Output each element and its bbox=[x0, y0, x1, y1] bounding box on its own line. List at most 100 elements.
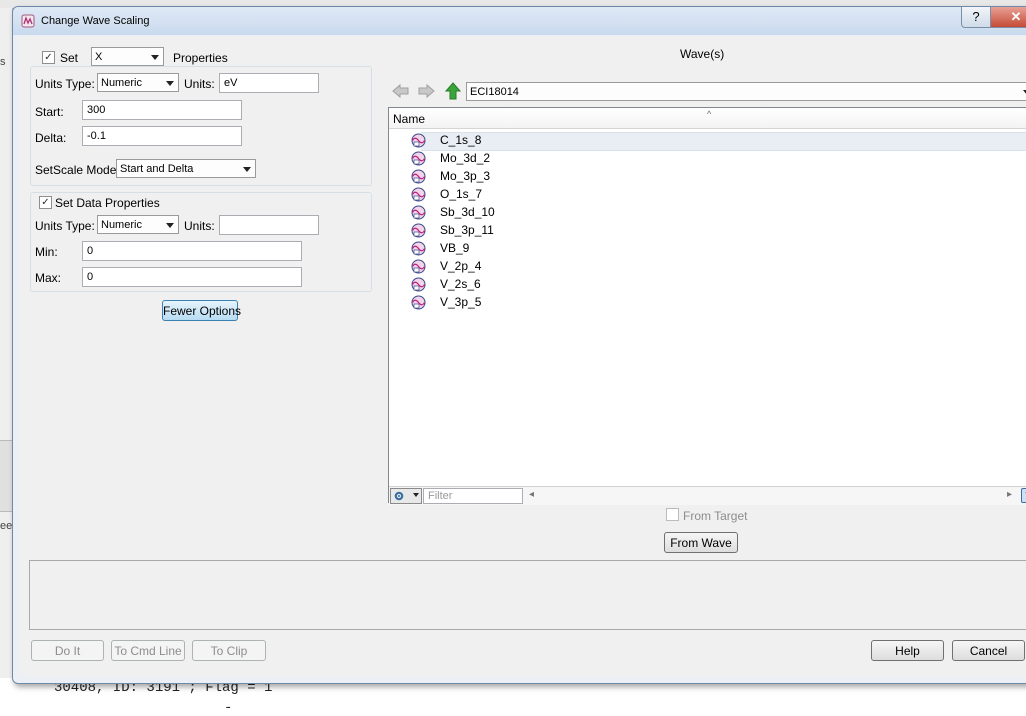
waves-heading: Wave(s) bbox=[680, 47, 725, 61]
dialog-body: ✓ Set X Properties Units Type: Numeric U… bbox=[20, 36, 1026, 676]
delta-field[interactable]: -0.1 bbox=[82, 126, 242, 146]
list-item[interactable]: Sb_3p_11 bbox=[411, 222, 1011, 239]
dimension-select[interactable]: X bbox=[91, 47, 164, 66]
wave-name: Sb_3p_11 bbox=[440, 223, 494, 237]
max-label: Max: bbox=[35, 271, 62, 285]
units-type-select[interactable]: Numeric bbox=[97, 73, 179, 92]
chevron-down-icon bbox=[243, 167, 251, 172]
close-window-button[interactable]: ✕ bbox=[990, 7, 1026, 28]
wave-name: Mo_3p_3 bbox=[440, 169, 491, 183]
wave-name: V_2s_6 bbox=[440, 277, 481, 291]
setscale-mode-value: Start and Delta bbox=[120, 163, 194, 175]
scroll-left-icon[interactable]: ◂ bbox=[529, 489, 534, 500]
data-units-type-select[interactable]: Numeric bbox=[97, 215, 179, 234]
units-label: Units: bbox=[184, 77, 215, 91]
wave-name: V_2p_4 bbox=[440, 259, 482, 273]
window-title: Change Wave Scaling bbox=[41, 15, 150, 27]
wave-name: O_1s_7 bbox=[440, 187, 483, 201]
units-type-value: Numeric bbox=[101, 77, 142, 89]
green-up-arrow-icon[interactable] bbox=[444, 82, 462, 100]
data-units-type-value: Numeric bbox=[101, 219, 142, 231]
list-item[interactable]: Mo_3p_3 bbox=[411, 168, 1011, 185]
from-target-label: From Target bbox=[683, 509, 748, 523]
max-field[interactable]: 0 bbox=[82, 267, 302, 287]
help-icon[interactable]: ? bbox=[1021, 488, 1026, 503]
left-arrow-icon[interactable] bbox=[392, 83, 410, 99]
folder-value: ECI18014 bbox=[470, 86, 519, 98]
min-field[interactable]: 0 bbox=[82, 241, 302, 261]
list-item[interactable]: Sb_3d_10 bbox=[411, 204, 1011, 221]
scroll-right-icon[interactable]: ▸ bbox=[1007, 489, 1012, 500]
list-item[interactable]: O_1s_7 bbox=[411, 186, 1011, 203]
wave-globe-icon bbox=[411, 151, 426, 166]
igor-app-icon bbox=[21, 14, 35, 28]
name-column-header[interactable]: Name bbox=[393, 112, 425, 126]
chevron-down-icon bbox=[413, 493, 419, 497]
data-units-field[interactable] bbox=[219, 215, 319, 235]
wave-globe-icon bbox=[411, 259, 426, 274]
wave-globe-icon bbox=[411, 169, 426, 184]
list-item[interactable]: V_2s_6 bbox=[411, 276, 1011, 293]
list-item[interactable]: C_1s_8 bbox=[411, 132, 1011, 149]
data-units-type-label: Units Type: bbox=[35, 219, 95, 233]
from-wave-button[interactable]: From Wave bbox=[664, 532, 738, 553]
data-units-label: Units: bbox=[184, 219, 215, 233]
to-cmd-line-button[interactable]: To Cmd Line bbox=[111, 640, 185, 661]
set-data-properties-label: Set Data Properties bbox=[55, 196, 160, 210]
wave-globe-icon bbox=[411, 277, 426, 292]
wave-name: C_1s_8 bbox=[440, 133, 482, 147]
chevron-down-icon bbox=[166, 81, 174, 86]
setscale-mode-label: SetScale Mode: bbox=[35, 163, 120, 177]
help-button[interactable]: Help bbox=[871, 640, 944, 661]
change-wave-scaling-dialog: Change Wave Scaling ? ✕ ✓ Set X Properti… bbox=[12, 6, 1026, 684]
units-type-label: Units Type: bbox=[35, 77, 95, 91]
filter-input[interactable]: Filter bbox=[423, 488, 523, 504]
wave-list[interactable]: Name ^ C_1s_8 Mo_3d_2 Mo_3p_3 O_1s_7 Sb_3d_1… bbox=[388, 107, 1026, 505]
sort-caret-icon: ^ bbox=[707, 109, 712, 119]
wave-name: VB_9 bbox=[440, 241, 470, 255]
cancel-button[interactable]: Cancel bbox=[952, 640, 1025, 661]
settings-menu-button[interactable] bbox=[390, 488, 422, 504]
start-label: Start: bbox=[35, 105, 64, 119]
gear-icon bbox=[394, 491, 404, 501]
start-field[interactable]: 300 bbox=[82, 100, 242, 120]
list-item[interactable]: V_3p_5 bbox=[411, 294, 1011, 311]
command-preview-area[interactable] bbox=[29, 560, 1026, 630]
filter-bar: Filter ◂ ▸ ? bbox=[389, 486, 1026, 505]
folder-select[interactable]: ECI18014 bbox=[466, 82, 1026, 101]
delta-label: Delta: bbox=[35, 131, 67, 145]
list-item[interactable]: V_2p_4 bbox=[411, 258, 1011, 275]
set-label: Set bbox=[60, 51, 79, 65]
set-data-properties-checkbox[interactable]: ✓ bbox=[39, 196, 52, 209]
title-bar[interactable]: Change Wave Scaling ? ✕ bbox=[13, 7, 1026, 35]
chevron-down-icon bbox=[166, 223, 174, 228]
wave-name: Sb_3d_10 bbox=[440, 205, 495, 219]
background-panel bbox=[0, 440, 12, 512]
wave-name: Mo_3d_2 bbox=[440, 151, 491, 165]
console-output-dash: - bbox=[224, 700, 233, 716]
list-item[interactable]: Mo_3d_2 bbox=[411, 150, 1011, 167]
wave-globe-icon bbox=[411, 205, 426, 220]
set-dimension-checkbox[interactable]: ✓ bbox=[42, 51, 55, 64]
wave-name: V_3p_5 bbox=[440, 295, 482, 309]
wave-globe-icon bbox=[411, 187, 426, 202]
do-it-button[interactable]: Do It bbox=[31, 640, 104, 661]
chevron-down-icon bbox=[151, 55, 159, 60]
wave-globe-icon bbox=[411, 223, 426, 238]
right-arrow-icon[interactable] bbox=[417, 83, 435, 99]
units-field[interactable]: eV bbox=[219, 73, 319, 93]
properties-label: Properties bbox=[173, 51, 228, 65]
dimension-value: X bbox=[95, 51, 103, 63]
list-header[interactable]: Name ^ bbox=[389, 108, 1026, 129]
min-label: Min: bbox=[35, 245, 58, 259]
from-target-checkbox[interactable] bbox=[666, 508, 679, 521]
to-clip-button[interactable]: To Clip bbox=[192, 640, 266, 661]
wave-globe-icon bbox=[411, 133, 426, 148]
background-fragment: ee bbox=[0, 520, 13, 532]
wave-globe-icon bbox=[411, 241, 426, 256]
setscale-mode-select[interactable]: Start and Delta bbox=[116, 159, 256, 178]
list-item[interactable]: VB_9 bbox=[411, 240, 1011, 257]
fewer-options-button[interactable]: Fewer Options bbox=[162, 300, 241, 321]
help-title-button[interactable]: ? bbox=[961, 7, 991, 28]
wave-globe-icon bbox=[411, 295, 426, 310]
